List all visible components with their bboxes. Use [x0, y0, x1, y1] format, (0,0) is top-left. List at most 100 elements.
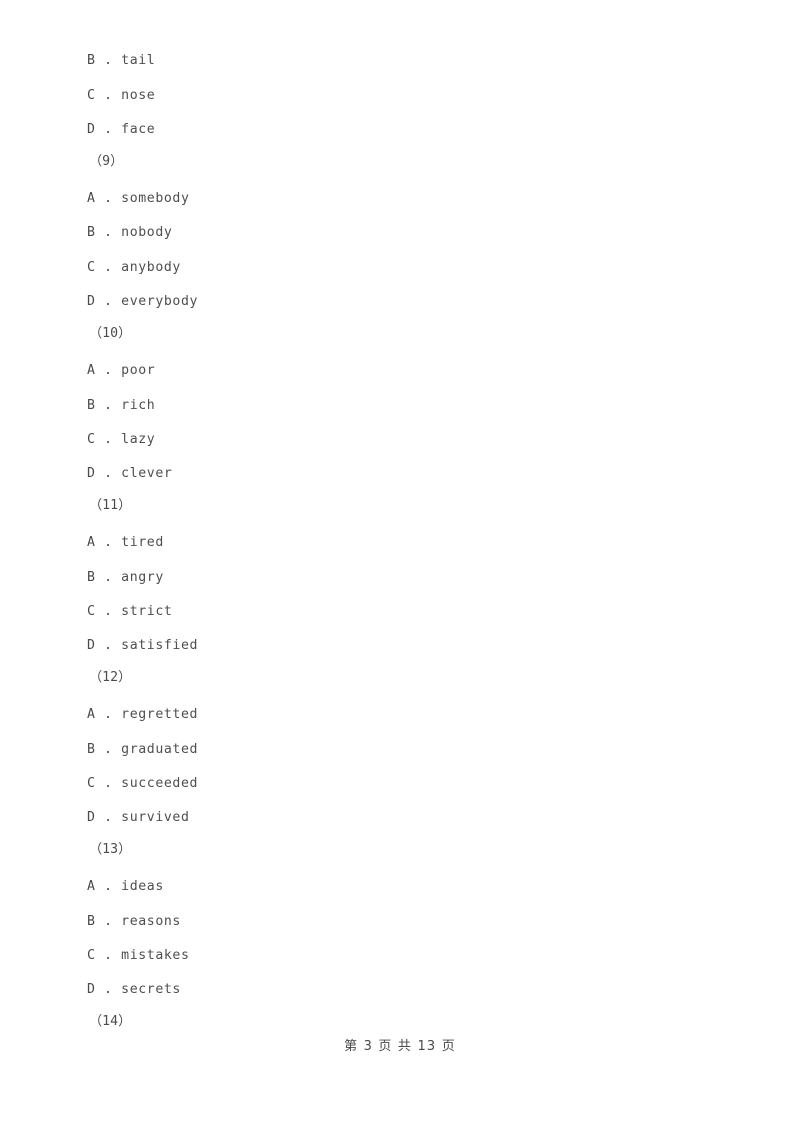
- option-separator: .: [95, 570, 122, 585]
- page-number-footer: 第 3 页 共 13 页: [344, 1039, 456, 1054]
- answer-option: C . mistakes: [87, 948, 190, 964]
- question-number: （9）: [89, 154, 124, 169]
- option-letter: D: [87, 122, 96, 137]
- option-letter: A: [87, 535, 96, 550]
- option-letter: C: [87, 432, 96, 447]
- option-letter: C: [87, 260, 96, 275]
- option-text: graduated: [121, 742, 199, 757]
- option-letter: D: [87, 982, 96, 997]
- option-text: anybody: [121, 260, 181, 275]
- option-letter: C: [87, 88, 96, 103]
- option-separator: .: [95, 914, 122, 929]
- option-text: lazy: [121, 432, 156, 447]
- answer-option: A . ideas: [87, 879, 164, 895]
- answer-option: C . strict: [87, 604, 172, 620]
- answer-option: B . tail: [87, 53, 155, 69]
- option-letter: A: [87, 879, 96, 894]
- question-number: （13）: [89, 842, 132, 857]
- option-letter: A: [87, 707, 96, 722]
- question-number: （14）: [89, 1014, 132, 1029]
- answer-option: C . lazy: [87, 432, 155, 448]
- option-text: nobody: [121, 225, 173, 240]
- option-separator: .: [95, 398, 122, 413]
- option-letter: D: [87, 638, 96, 653]
- answer-option: D . satisfied: [87, 638, 198, 654]
- option-text: satisfied: [121, 638, 199, 653]
- option-separator: .: [95, 466, 122, 481]
- option-separator: .: [95, 982, 122, 997]
- option-separator: .: [95, 260, 122, 275]
- answer-option: B . angry: [87, 570, 164, 586]
- option-separator: .: [95, 191, 122, 206]
- option-separator: .: [95, 122, 122, 137]
- option-text: clever: [121, 466, 173, 481]
- option-letter: B: [87, 570, 96, 585]
- option-text: face: [121, 122, 156, 137]
- answer-option: C . nose: [87, 88, 155, 104]
- option-text: poor: [121, 363, 156, 378]
- option-letter: C: [87, 604, 96, 619]
- option-separator: .: [95, 707, 122, 722]
- answer-option: A . somebody: [87, 191, 190, 207]
- option-letter: D: [87, 810, 96, 825]
- option-letter: B: [87, 914, 96, 929]
- answer-option: D . secrets: [87, 982, 181, 998]
- option-separator: .: [95, 535, 122, 550]
- answer-option: A . poor: [87, 363, 155, 379]
- option-separator: .: [95, 638, 122, 653]
- question-number: （10）: [89, 326, 132, 341]
- question-number: （11）: [89, 498, 132, 513]
- option-letter: B: [87, 398, 96, 413]
- option-text: ideas: [121, 879, 164, 894]
- option-separator: .: [95, 810, 122, 825]
- option-separator: .: [95, 53, 122, 68]
- option-text: nose: [121, 88, 156, 103]
- option-separator: .: [95, 879, 122, 894]
- option-separator: .: [95, 88, 122, 103]
- answer-option: B . reasons: [87, 914, 181, 930]
- option-text: angry: [121, 570, 164, 585]
- option-separator: .: [95, 948, 122, 963]
- option-text: survived: [121, 810, 190, 825]
- option-letter: C: [87, 948, 96, 963]
- option-text: tired: [121, 535, 164, 550]
- answer-option: D . clever: [87, 466, 172, 482]
- answer-option: A . tired: [87, 535, 164, 551]
- question-number: （12）: [89, 670, 132, 685]
- option-text: somebody: [121, 191, 190, 206]
- answer-option: A . regretted: [87, 707, 198, 723]
- answer-option: B . nobody: [87, 225, 172, 241]
- answer-option: C . anybody: [87, 260, 181, 276]
- option-text: reasons: [121, 914, 181, 929]
- option-letter: B: [87, 742, 96, 757]
- option-separator: .: [95, 776, 122, 791]
- option-text: mistakes: [121, 948, 190, 963]
- option-text: rich: [121, 398, 156, 413]
- option-separator: .: [95, 432, 122, 447]
- option-separator: .: [95, 225, 122, 240]
- answer-option: D . face: [87, 122, 155, 138]
- option-text: everybody: [121, 294, 199, 309]
- answer-option: D . survived: [87, 810, 190, 826]
- option-letter: A: [87, 363, 96, 378]
- option-text: succeeded: [121, 776, 199, 791]
- answer-option: D . everybody: [87, 294, 198, 310]
- document-page: B . tail C . nose D . face （9） A . somebody B…: [0, 0, 800, 1132]
- option-letter: A: [87, 191, 96, 206]
- answer-option: B . graduated: [87, 742, 198, 758]
- option-letter: C: [87, 776, 96, 791]
- option-separator: .: [95, 294, 122, 309]
- option-text: strict: [121, 604, 173, 619]
- option-text: regretted: [121, 707, 199, 722]
- answer-option: B . rich: [87, 398, 155, 414]
- option-separator: .: [95, 742, 122, 757]
- option-letter: D: [87, 294, 96, 309]
- option-letter: B: [87, 225, 96, 240]
- option-letter: D: [87, 466, 96, 481]
- option-separator: .: [95, 363, 122, 378]
- answer-option: C . succeeded: [87, 776, 198, 792]
- option-separator: .: [95, 604, 122, 619]
- option-text: secrets: [121, 982, 181, 997]
- option-letter: B: [87, 53, 96, 68]
- option-text: tail: [121, 53, 156, 68]
